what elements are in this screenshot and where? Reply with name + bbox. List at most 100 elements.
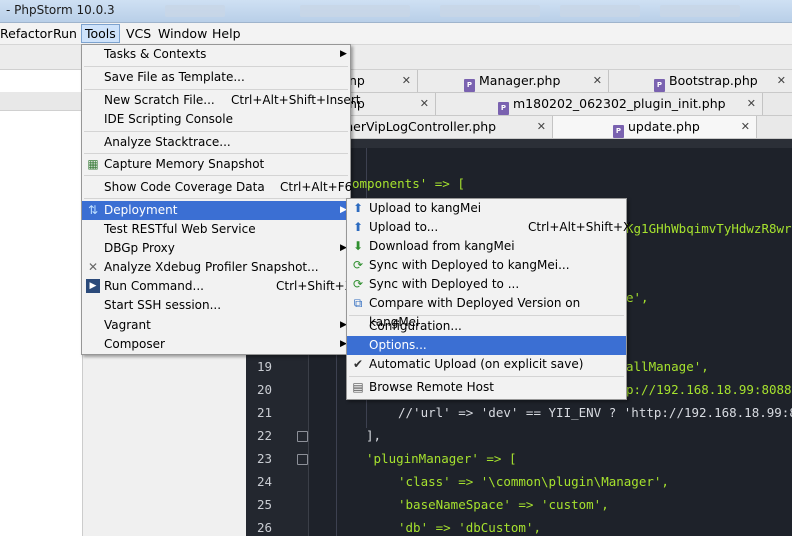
- menu-item-vagrant[interactable]: Vagrant ▶: [82, 316, 350, 335]
- tab-label: np: [349, 73, 365, 88]
- window-title: - PhpStorm 10.0.3: [6, 3, 115, 17]
- menu-separator: [84, 175, 348, 176]
- deployment-icon: ⇅: [87, 203, 99, 217]
- panel-header: [0, 92, 82, 111]
- close-icon[interactable]: ✕: [777, 70, 786, 92]
- close-icon[interactable]: ✕: [537, 116, 546, 138]
- project-panel: [0, 70, 83, 536]
- menu-tools[interactable]: Tools: [81, 24, 120, 43]
- memory-snapshot-icon: ▦: [87, 157, 99, 171]
- remote-host-icon: ▤: [352, 380, 364, 394]
- shortcut-label: Ctrl+Alt+Shift+Insert: [231, 93, 361, 107]
- line-number: 25: [256, 497, 272, 512]
- menu-window[interactable]: Window: [155, 25, 210, 42]
- php-file-icon: P: [464, 79, 475, 92]
- menu-help[interactable]: Help: [209, 25, 244, 42]
- menu-separator: [84, 153, 348, 154]
- menu-separator: [84, 198, 348, 199]
- menu-item-configuration[interactable]: Configuration...: [347, 317, 626, 336]
- close-icon[interactable]: ✕: [593, 70, 602, 92]
- code-line: allManage',: [626, 359, 709, 374]
- menu-refactor[interactable]: Refactor: [0, 25, 55, 42]
- menu-item-browse-remote[interactable]: ▤ Browse Remote Host: [347, 378, 626, 397]
- menu-item-ssh[interactable]: Start SSH session...: [82, 296, 350, 315]
- menu-item-tasks-contexts[interactable]: Tasks & Contexts ▶: [82, 45, 350, 64]
- menu-vcs[interactable]: VCS: [123, 25, 154, 42]
- menu-item-run-command[interactable]: ▶ Run Command... Ctrl+Shift+X: [82, 277, 353, 296]
- php-file-icon: P: [498, 102, 509, 115]
- menu-separator: [84, 89, 348, 90]
- fold-marker-icon[interactable]: [297, 454, 308, 465]
- menu-separator: [349, 376, 624, 377]
- editor-tab-bootstrap[interactable]: P Bootstrap.php ✕: [609, 70, 792, 92]
- checkmark-icon: ✔: [352, 357, 364, 371]
- blurred-tab: [300, 5, 410, 17]
- menu-item-upload-kangmei[interactable]: ⬆ Upload to kangMei: [347, 199, 626, 218]
- menu-item-dbgp-proxy[interactable]: DBGp Proxy ▶: [82, 239, 350, 258]
- code-line: //'url' => 'dev' == YII_ENV ? 'http://19…: [398, 405, 792, 420]
- editor-tab-controller[interactable]: merVipLogController.php ✕: [341, 116, 553, 138]
- menu-item-analyze-stacktrace[interactable]: Analyze Stacktrace...: [82, 133, 350, 152]
- editor-tab[interactable]: np ✕: [345, 70, 418, 92]
- menu-item-sync-to[interactable]: ⟳ Sync with Deployed to ...: [347, 275, 626, 294]
- close-icon[interactable]: ✕: [747, 93, 756, 115]
- tab-label: Manager.php: [479, 73, 561, 88]
- upload-icon: ⬆: [352, 201, 364, 215]
- close-icon[interactable]: ✕: [402, 70, 411, 92]
- menu-item-deployment[interactable]: ⇅ Deployment ▶: [82, 201, 350, 220]
- close-icon[interactable]: ✕: [741, 116, 750, 138]
- editor-tab-row: np ✕ P Manager.php ✕ P Bootstrap.php ✕: [345, 70, 792, 93]
- deployment-submenu: ⬆ Upload to kangMei ⬆ Upload to... Ctrl+Alt…: [346, 198, 631, 400]
- close-icon[interactable]: ✕: [420, 93, 429, 115]
- menu-item-options[interactable]: Options...: [347, 336, 626, 355]
- download-icon: ⬇: [352, 239, 364, 253]
- editor-tab-manager[interactable]: P Manager.php ✕: [418, 70, 609, 92]
- blurred-tab: [440, 5, 540, 17]
- php-file-icon: P: [654, 79, 665, 92]
- shortcut-label: Ctrl+Shift+X: [276, 279, 353, 293]
- menu-item-compare[interactable]: ⧉ Compare with Deployed Version on kangMe…: [347, 294, 626, 329]
- code-line: e',: [626, 290, 649, 305]
- tools-menu: Tasks & Contexts ▶ Save File as Template.…: [81, 44, 360, 355]
- tab-label: merVipLogController.php: [341, 119, 497, 134]
- menu-item-composer[interactable]: Composer ▶: [82, 335, 350, 354]
- menu-item-xdebug[interactable]: ✕ Analyze Xdebug Profiler Snapshot...: [82, 258, 350, 277]
- menu-item-code-coverage[interactable]: Show Code Coverage Data Ctrl+Alt+F6: [82, 178, 353, 197]
- fold-marker-icon[interactable]: [297, 431, 308, 442]
- menu-item-save-template[interactable]: Save File as Template...: [82, 68, 350, 87]
- menu-item-new-scratch[interactable]: New Scratch File... Ctrl+Alt+Shift+Insert: [82, 91, 360, 110]
- editor-tab-update[interactable]: Pupdate.php ✕: [553, 116, 757, 138]
- menu-item-scripting-console[interactable]: IDE Scripting Console: [82, 110, 350, 129]
- code-line: 'baseNameSpace' => 'custom',: [398, 497, 609, 512]
- submenu-arrow-icon: ▶: [340, 49, 347, 59]
- editor-tab-row: np ✕ Pm180202_062302_plugin_init.php ✕: [345, 93, 792, 116]
- menu-separator: [84, 66, 348, 67]
- code-line: Kg1GHhWbqimvTyHdwzR8wroL: [626, 221, 792, 236]
- code-line: 'class' => '\common\plugin\Manager',: [398, 474, 669, 489]
- menu-item-automatic-upload[interactable]: ✔ Automatic Upload (on explicit save): [347, 355, 626, 374]
- code-line: p://192.168.18.99:8088/: [626, 382, 792, 397]
- code-line: 'pluginManager' => [: [366, 451, 517, 466]
- tab-label: Bootstrap.php: [669, 73, 758, 88]
- editor-tab-plugin-init[interactable]: Pm180202_062302_plugin_init.php ✕: [436, 93, 763, 115]
- menu-item-restful[interactable]: Test RESTful Web Service: [82, 220, 350, 239]
- menu-item-download[interactable]: ⬇ Download from kangMei: [347, 237, 626, 256]
- blurred-tab: [660, 5, 740, 17]
- code-line: omponents' => [: [352, 176, 465, 191]
- menu-item-upload-to[interactable]: ⬆ Upload to... Ctrl+Alt+Shift+X: [347, 218, 631, 237]
- blurred-tab: [165, 5, 225, 17]
- xdebug-icon: ✕: [87, 260, 99, 274]
- tab-label: m180202_062302_plugin_init.php: [513, 96, 726, 111]
- menu-run[interactable]: Run: [50, 25, 80, 42]
- line-number: 23: [256, 451, 272, 466]
- menu-item-capture-memory[interactable]: ▦ Capture Memory Snapshot: [82, 155, 350, 174]
- shortcut-label: Ctrl+Alt+F6: [280, 180, 353, 194]
- line-number: 26: [256, 520, 272, 535]
- terminal-icon: ▶: [86, 279, 100, 293]
- sync-icon: ⟳: [352, 277, 364, 291]
- line-number: 24: [256, 474, 272, 489]
- menu-item-sync-kangmei[interactable]: ⟳ Sync with Deployed to kangMei...: [347, 256, 626, 275]
- blurred-tab: [560, 5, 640, 17]
- code-line: ],: [366, 428, 382, 443]
- tab-label: update.php: [628, 119, 700, 134]
